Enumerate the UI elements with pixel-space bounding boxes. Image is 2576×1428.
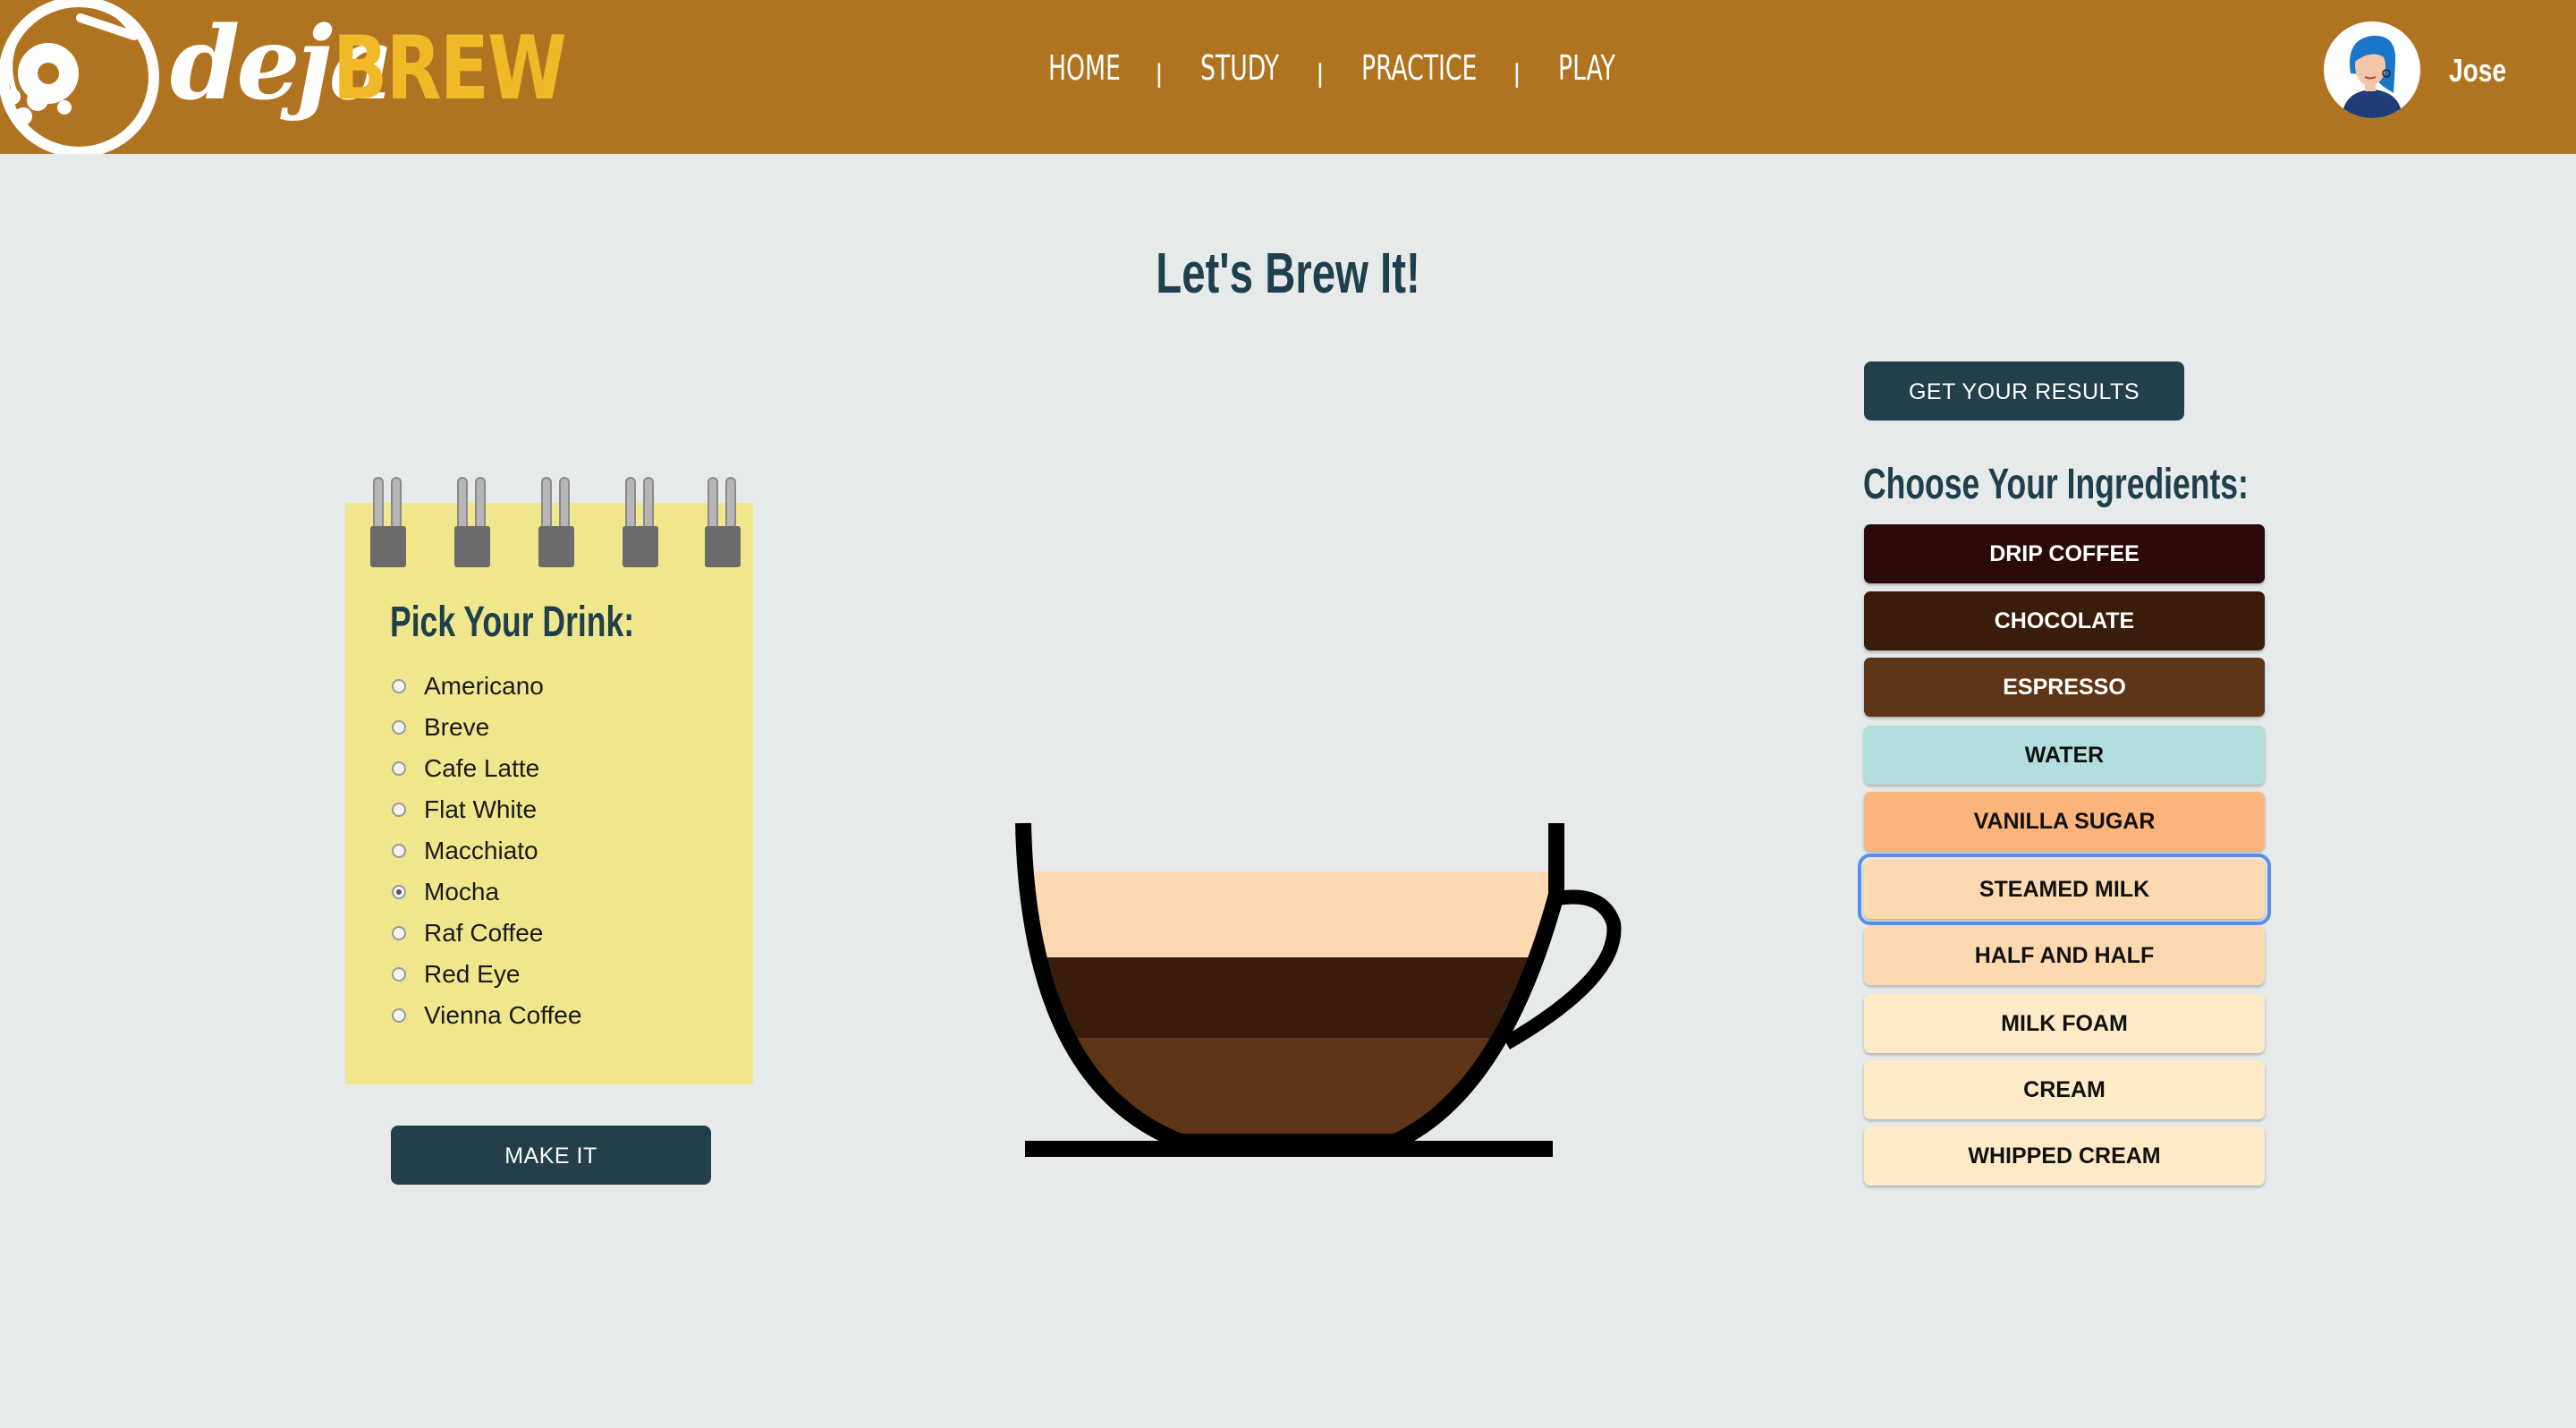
spiral-ring-icon (370, 477, 406, 567)
ingredient-steamed-milk-button[interactable]: STEAMED MILK (1858, 854, 2271, 925)
drink-option-vienna-coffee[interactable]: Vienna Coffee (392, 995, 581, 1036)
coffee-cup-icon (1015, 822, 1622, 1157)
ingredient-label: ESPRESSO (2003, 675, 2126, 700)
drink-label: Americano (424, 672, 544, 700)
spiral-ring-icon (623, 477, 658, 567)
username[interactable]: Jose (2449, 52, 2506, 89)
spiral-ring-icon (538, 477, 574, 567)
ingredient-label: WATER (2024, 743, 2105, 768)
ingredient-label: DRIP COFFEE (1989, 541, 2140, 566)
radio-button[interactable] (392, 1008, 406, 1023)
drink-label: Cafe Latte (424, 754, 540, 782)
make-it-button[interactable]: MAKE IT (391, 1126, 711, 1185)
drink-label: Mocha (424, 878, 500, 905)
avatar[interactable] (2324, 21, 2420, 118)
nav-home[interactable]: HOME (1048, 48, 1121, 88)
logo-brew-text: BREW (333, 18, 567, 120)
drink-label: Raf Coffee (424, 919, 544, 947)
radio-button[interactable] (392, 967, 406, 982)
nav-separator: | (1513, 59, 1521, 89)
nav-play[interactable]: PLAY (1558, 48, 1615, 88)
logo[interactable]: deja BREW (0, 0, 567, 154)
ingredient-milk-foam-button[interactable]: MILK FOAM (1864, 994, 2265, 1053)
nav-study[interactable]: STUDY (1200, 48, 1279, 88)
ingredient-half-and-half-button[interactable]: HALF AND HALF (1864, 926, 2265, 985)
drink-option-raf-coffee[interactable]: Raf Coffee (392, 913, 581, 954)
radio-button[interactable] (392, 926, 406, 940)
ingredient-label: HALF AND HALF (1974, 943, 2155, 968)
drink-option-flat-white[interactable]: Flat White (392, 789, 581, 830)
user-avatar-icon (2342, 35, 2402, 118)
drink-option-mocha[interactable]: Mocha (392, 871, 581, 913)
drink-option-americano[interactable]: Americano (392, 666, 581, 707)
ingredient-label: VANILLA SUGAR (1973, 809, 2156, 834)
ingredient-label: CREAM (2023, 1077, 2106, 1102)
drink-radio-list: Americano Breve Cafe Latte Flat White Ma… (392, 666, 581, 1036)
drink-label: Red Eye (424, 960, 521, 988)
drink-label: Vienna Coffee (424, 1001, 582, 1029)
ingredient-whipped-cream-button[interactable]: WHIPPED CREAM (1864, 1126, 2265, 1186)
ingredient-chocolate-button[interactable]: CHOCOLATE (1864, 591, 2265, 650)
radio-button[interactable] (392, 679, 406, 693)
drink-label: Breve (424, 713, 490, 741)
ingredient-label: MILK FOAM (2001, 1011, 2128, 1036)
ingredient-label: WHIPPED CREAM (1968, 1143, 2161, 1169)
radio-button[interactable] (392, 844, 406, 858)
ingredients-title: Choose Your Ingredients: (1863, 461, 2249, 508)
ingredient-drip-coffee-button[interactable]: DRIP COFFEE (1864, 524, 2265, 583)
ingredient-espresso-button[interactable]: ESPRESSO (1864, 658, 2265, 717)
spiral-ring-icon (454, 477, 490, 567)
coffee-cup-logo-icon (0, 0, 159, 154)
radio-button-selected[interactable] (392, 885, 406, 899)
drink-label: Macchiato (424, 837, 538, 864)
nav-separator: | (1317, 59, 1324, 89)
nav-practice[interactable]: PRACTICE (1361, 48, 1477, 88)
cup-layer-chocolate (1023, 957, 1556, 1038)
pick-drink-title: Pick Your Drink: (390, 599, 635, 646)
drink-label: Flat White (424, 795, 538, 823)
spiral-ring-icon (705, 477, 741, 567)
drink-option-macchiato[interactable]: Macchiato (392, 830, 581, 871)
drink-option-cafe-latte[interactable]: Cafe Latte (392, 748, 581, 789)
page-title: Let's Brew It! (1156, 241, 1420, 305)
drink-option-red-eye[interactable]: Red Eye (392, 954, 581, 995)
nav-separator: | (1156, 59, 1163, 89)
get-results-button[interactable]: GET YOUR RESULTS (1864, 361, 2184, 421)
ingredient-label: STEAMED MILK (1979, 877, 2150, 902)
top-navbar: deja BREW HOME | STUDY | PRACTICE | PLAY… (0, 0, 2576, 154)
radio-button[interactable] (392, 761, 406, 776)
radio-button[interactable] (392, 720, 406, 735)
radio-button[interactable] (392, 803, 406, 817)
ingredient-vanilla-sugar-button[interactable]: VANILLA SUGAR (1864, 792, 2265, 851)
ingredient-water-button[interactable]: WATER (1864, 726, 2265, 785)
drink-option-breve[interactable]: Breve (392, 707, 581, 748)
ingredient-label: CHOCOLATE (1994, 608, 2135, 633)
ingredient-cream-button[interactable]: CREAM (1864, 1060, 2265, 1119)
